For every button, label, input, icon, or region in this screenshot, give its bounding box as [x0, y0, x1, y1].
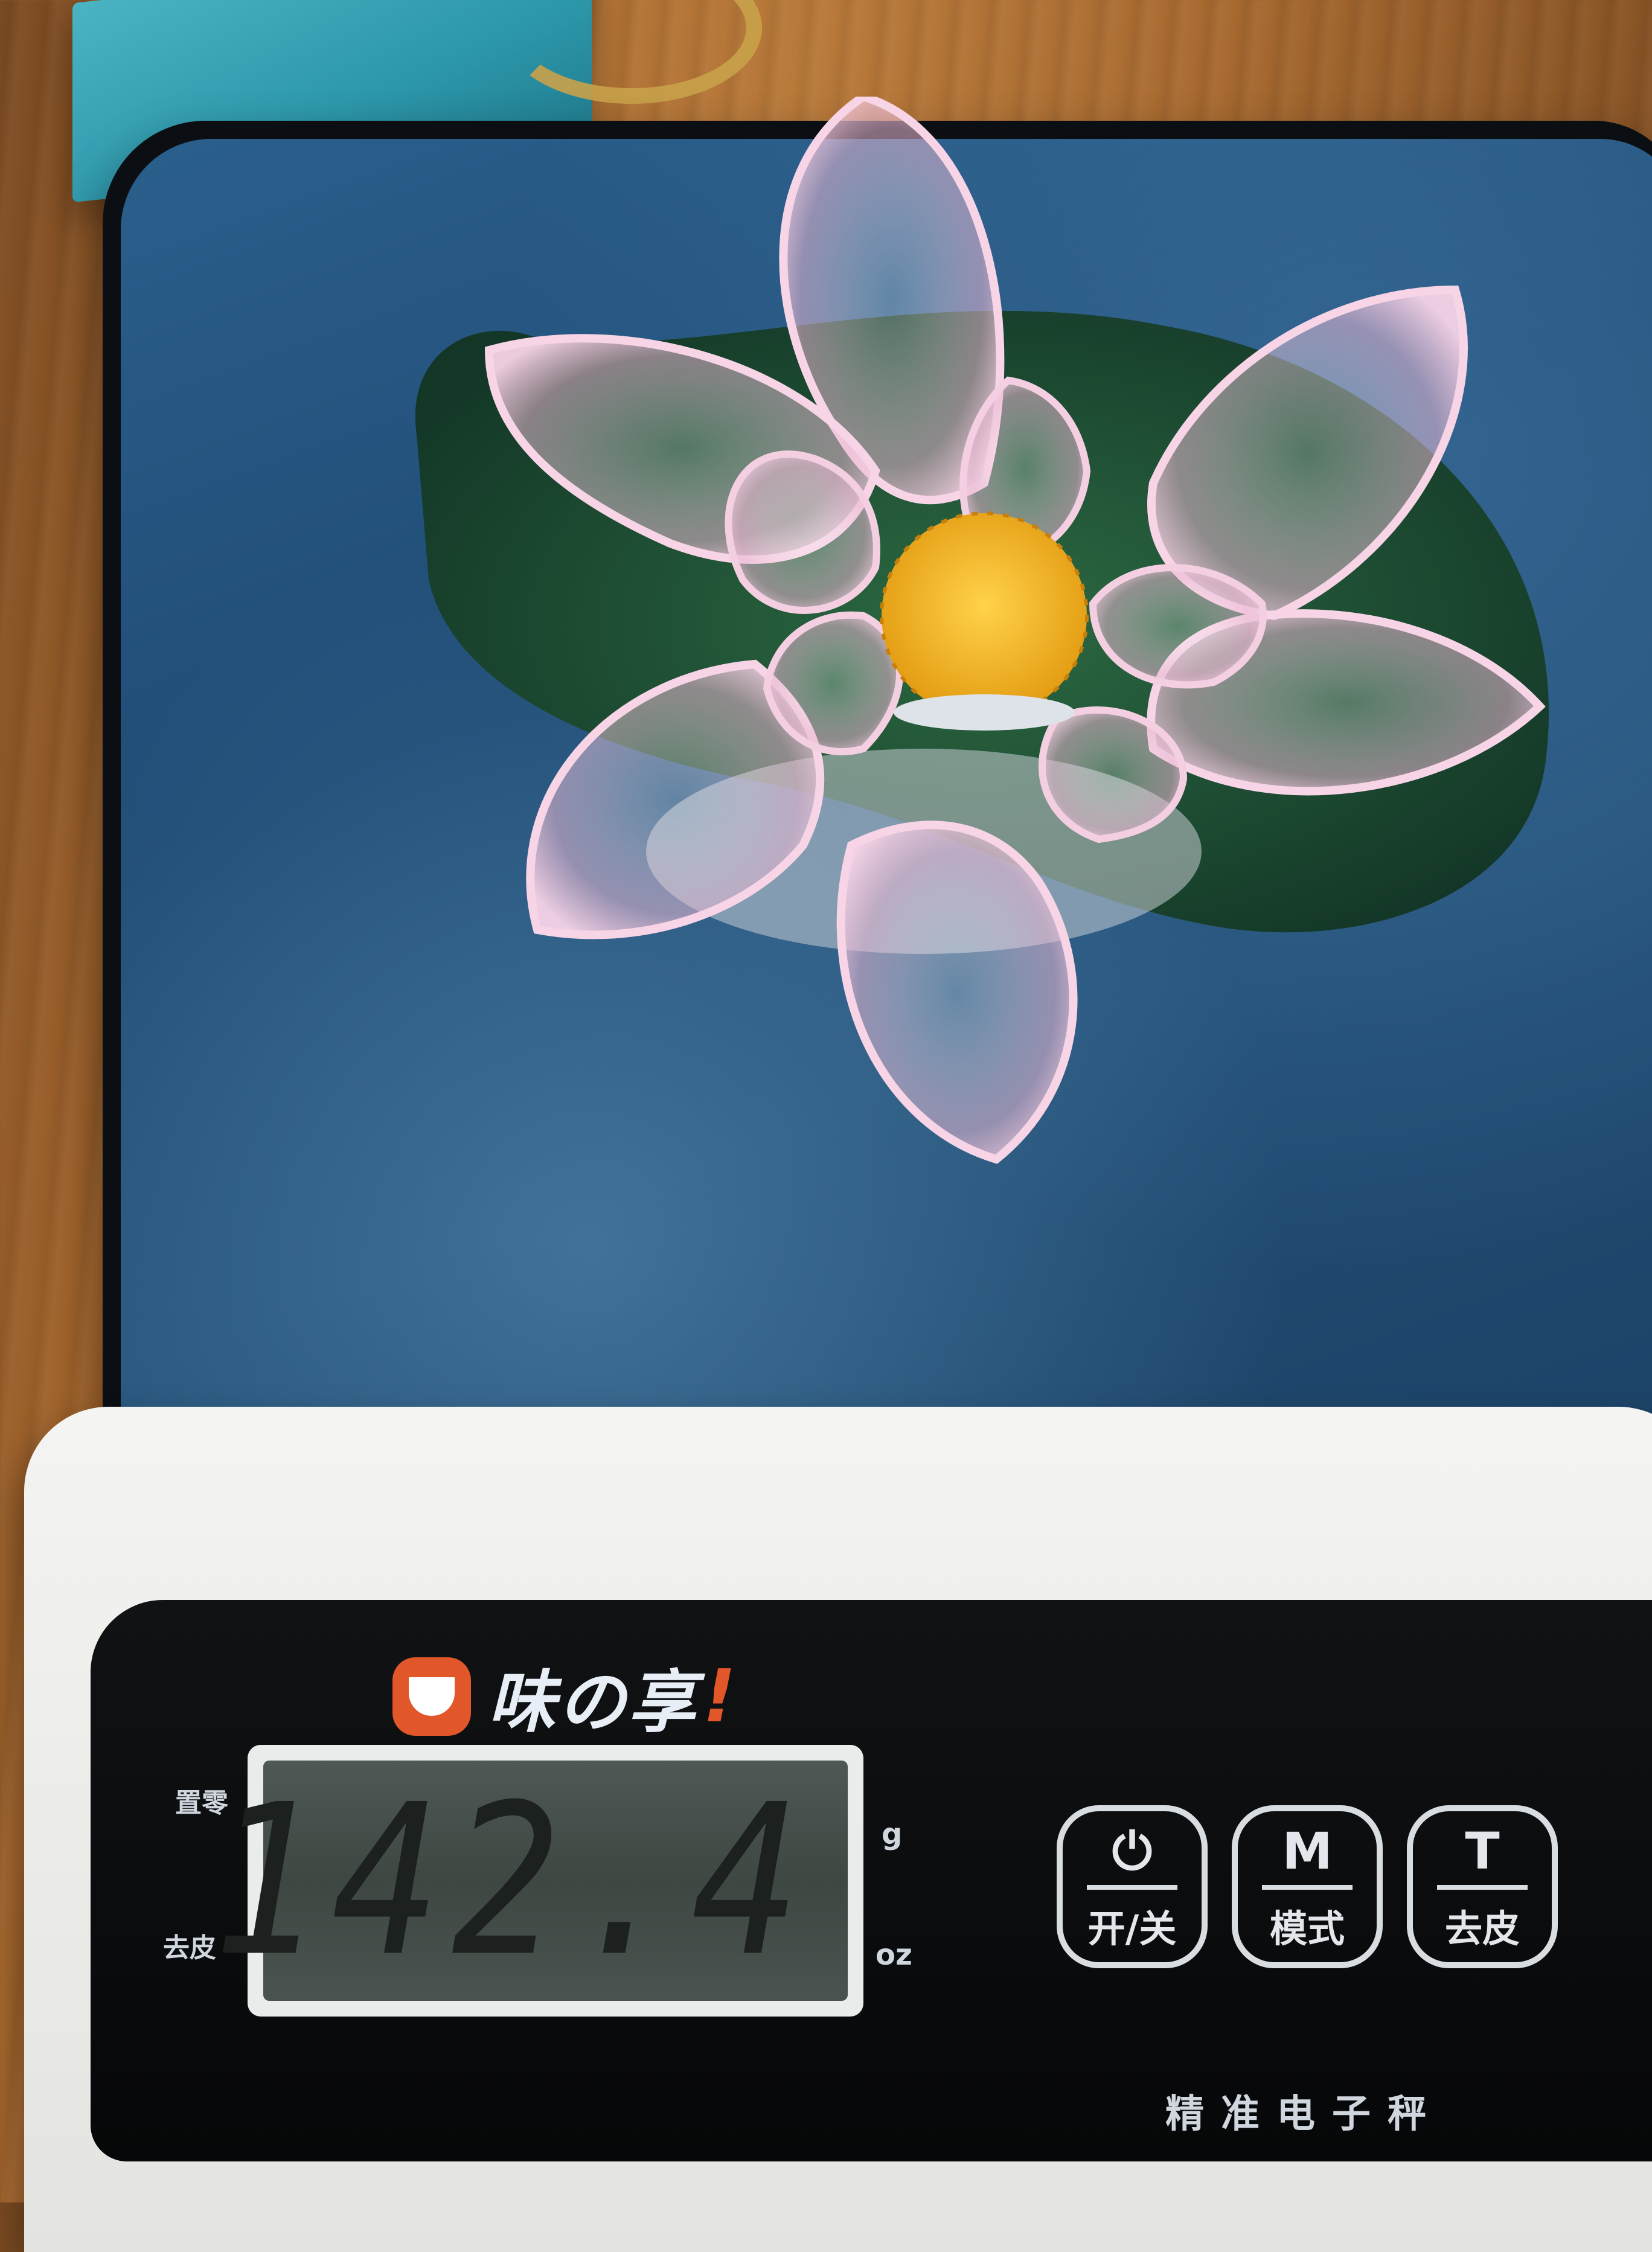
mode-button-label: 模式 [1269, 1907, 1345, 1951]
mode-letter: M [1282, 1822, 1333, 1881]
lcd-display: 142.4 [212, 1745, 863, 2017]
label-tare: 去皮 [163, 1933, 216, 1963]
stamen-silver-base [894, 694, 1075, 731]
button-divider [1262, 1885, 1353, 1890]
weight-reading: 142.4 [211, 1759, 812, 2002]
crystal-lotus [415, 97, 1549, 1164]
scale-caption: 精准电子秤 [1165, 2092, 1443, 2137]
brand-logo-icon [392, 1657, 471, 1736]
unit-grams: g [882, 1817, 903, 1851]
tare-button-label: 去皮 [1444, 1907, 1520, 1951]
power-button-label: 开/关 [1087, 1907, 1177, 1951]
unit-ounces: oz [876, 1938, 912, 1972]
power-icon: ⏻ [1112, 1822, 1153, 1881]
brand-mark: ! [703, 1654, 736, 1739]
petal-bottom [836, 821, 1078, 1164]
lcd-screen: 142.4 [212, 1759, 848, 2002]
inner-petal-4 [1039, 706, 1188, 843]
button-divider [1437, 1885, 1528, 1890]
power-button[interactable]: ⏻ 开/关 [1057, 1805, 1208, 1968]
brand: 味の享 ! [392, 1654, 736, 1742]
brand-name: 味の享 [488, 1663, 698, 1742]
mode-button[interactable]: M 模式 [1232, 1805, 1383, 1968]
display-panel: 味の享 ! 置零 去皮 142.4 g oz ⏻ 开/关 M 模式 T 去皮 精… [91, 1600, 1652, 2161]
tare-letter: T [1465, 1822, 1500, 1881]
tare-button[interactable]: T 去皮 [1407, 1805, 1558, 1968]
button-divider [1087, 1885, 1177, 1890]
